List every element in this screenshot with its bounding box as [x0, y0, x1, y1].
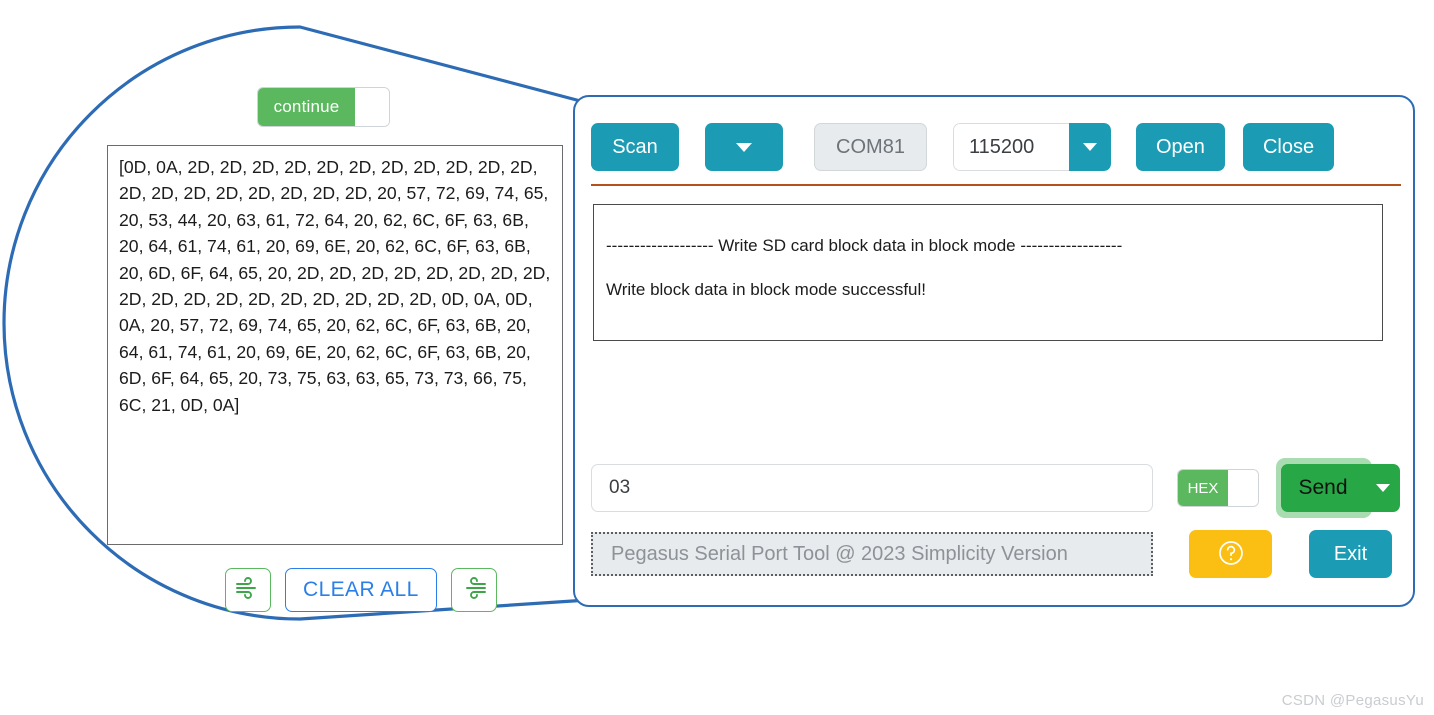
- wind-icon: [461, 576, 487, 604]
- clear-all-label: CLEAR ALL: [303, 578, 419, 601]
- receive-terminal[interactable]: ------------------- Write SD card block …: [593, 204, 1383, 341]
- continue-toggle-knob[interactable]: [355, 88, 389, 126]
- status-bar: Pegasus Serial Port Tool @ 2023 Simplici…: [591, 532, 1153, 576]
- toolbar: Scan COM81 115200 Open Close: [591, 122, 1335, 172]
- receive-textarea[interactable]: [0D, 0A, 2D, 2D, 2D, 2D, 2D, 2D, 2D, 2D,…: [107, 145, 563, 545]
- baudrate-dropdown-button[interactable]: [1069, 123, 1111, 171]
- chevron-down-icon: [1083, 143, 1097, 151]
- send-dropdown-button[interactable]: [1365, 464, 1400, 512]
- save-receive-button[interactable]: [225, 568, 271, 612]
- save-send-button[interactable]: [450, 568, 497, 612]
- wind-icon: [235, 576, 261, 604]
- clear-all-button[interactable]: CLEAR ALL: [285, 568, 437, 612]
- chevron-down-icon: [736, 142, 752, 152]
- terminal-line: Write block data in block mode successfu…: [606, 280, 926, 300]
- open-button[interactable]: Open: [1136, 123, 1225, 171]
- continue-toggle-label: continue: [258, 88, 355, 126]
- port-name-value: COM81: [836, 135, 905, 158]
- continue-toggle[interactable]: continue: [257, 87, 390, 127]
- status-row: Pegasus Serial Port Tool @ 2023 Simplici…: [591, 528, 1403, 580]
- screenshot-root: continue [0D, 0A, 2D, 2D, 2D, 2D, 2D, 2D…: [0, 0, 1434, 715]
- scan-button[interactable]: Scan: [591, 123, 679, 171]
- exit-button[interactable]: Exit: [1309, 530, 1392, 578]
- question-circle-icon: [1216, 538, 1246, 571]
- terminal-spacer: [606, 259, 1370, 277]
- toolbar-divider: [591, 184, 1401, 186]
- chevron-down-icon: [1375, 484, 1390, 492]
- send-button[interactable]: Send: [1281, 464, 1365, 512]
- port-name-field: COM81: [814, 123, 927, 171]
- send-input[interactable]: 03: [591, 464, 1153, 512]
- hex-toggle-knob[interactable]: [1228, 470, 1258, 506]
- port-dropdown-button[interactable]: [705, 123, 783, 171]
- exit-label: Exit: [1333, 542, 1368, 565]
- send-label: Send: [1298, 476, 1348, 499]
- close-label: Close: [1262, 135, 1315, 158]
- send-button-group: Send: [1276, 458, 1400, 518]
- terminal-spacer: [606, 215, 1370, 233]
- magnified-button-row: CLEAR ALL: [225, 568, 497, 612]
- open-label: Open: [1156, 135, 1205, 158]
- baudrate-value[interactable]: 115200: [953, 123, 1069, 171]
- send-row: 03 HEX Send: [591, 458, 1403, 518]
- close-button[interactable]: Close: [1242, 123, 1335, 171]
- baudrate-combobox[interactable]: 115200: [953, 123, 1111, 171]
- watermark: CSDN @PegasusYu: [1281, 692, 1424, 709]
- hex-toggle[interactable]: HEX: [1177, 469, 1259, 507]
- hex-toggle-label: HEX: [1178, 470, 1228, 506]
- help-button[interactable]: [1189, 530, 1272, 578]
- terminal-line: ------------------- Write SD card block …: [606, 236, 1123, 255]
- scan-label: Scan: [612, 135, 658, 158]
- status-bar-text: Pegasus Serial Port Tool @ 2023 Simplici…: [611, 542, 1068, 565]
- serial-port-tool-window: Scan COM81 115200 Open Close -----------…: [573, 95, 1415, 607]
